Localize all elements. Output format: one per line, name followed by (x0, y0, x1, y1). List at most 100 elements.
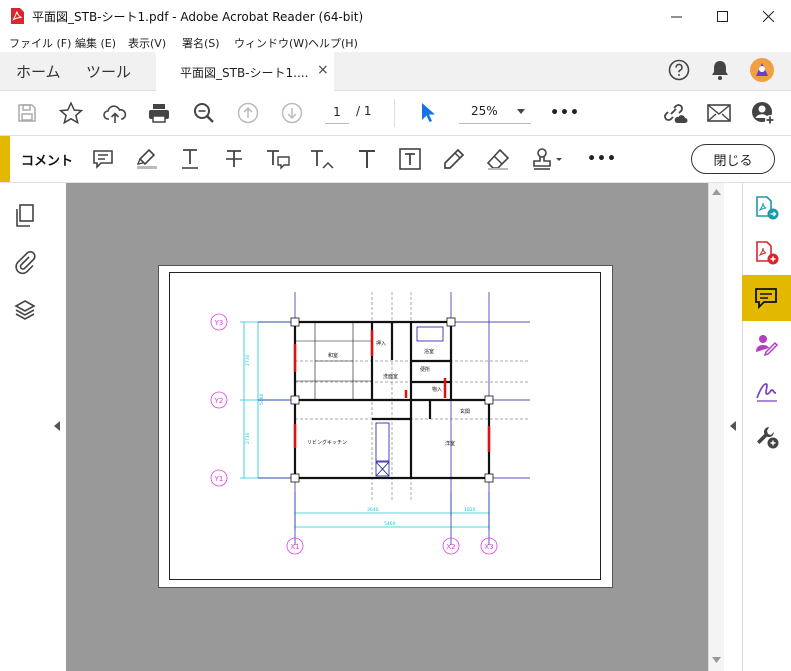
arrow-up-circle-icon (237, 102, 259, 124)
mail-icon (707, 104, 731, 122)
underline-text-button[interactable] (173, 136, 207, 182)
signature-icon[interactable] (754, 378, 780, 404)
email-button[interactable] (704, 91, 734, 135)
attachment-icon[interactable] (14, 250, 36, 276)
zoom-search-button[interactable] (189, 91, 219, 135)
close-comment-button[interactable]: 閉じる (691, 144, 775, 174)
chevron-left-icon (54, 421, 60, 431)
close-tab-button[interactable]: × (317, 62, 329, 78)
menu-bar: ファイル (F) 編集 (E) 表示(V) 署名(S) ウィンドウ(W) ヘルプ… (0, 32, 791, 52)
document-tab-label: 平面図_STB-シート1.... (180, 66, 309, 80)
page-number-input[interactable]: 1 (325, 101, 349, 124)
title-bar: 平面図_STB-シート1.pdf - Adobe Acrobat Reader … (0, 0, 791, 32)
chevron-down-icon (517, 109, 525, 114)
print-button[interactable] (144, 91, 174, 135)
acrobat-app-icon (11, 8, 24, 24)
more-comment-tools-button[interactable]: ••• (585, 136, 619, 182)
draw-pencil-button[interactable] (437, 136, 471, 182)
dim-horizontal-sub-right: 1820 (464, 507, 476, 513)
pencil-icon (444, 148, 465, 169)
save-button[interactable] (12, 91, 42, 135)
text-underline-icon (182, 149, 198, 169)
stamp-icon (533, 148, 562, 170)
stamp-button[interactable] (528, 136, 568, 182)
highlight-button[interactable] (130, 136, 164, 182)
save-icon (18, 104, 36, 122)
grid-label-x1: X1 (290, 543, 299, 551)
room-label-wash: 洗面室 (383, 373, 398, 380)
grid-label-x2: X2 (446, 543, 455, 551)
tab-document[interactable]: 平面図_STB-シート1.... × (156, 52, 334, 91)
minimize-icon (670, 16, 682, 17)
close-window-button[interactable] (745, 0, 791, 32)
scroll-down-arrow-icon[interactable] (712, 657, 721, 663)
menu-sign[interactable]: 署名(S) (182, 35, 220, 51)
share-link-button[interactable] (660, 91, 690, 135)
add-user-icon (752, 102, 775, 125)
comment-panel-icon[interactable] (754, 286, 778, 310)
select-tool-button[interactable] (414, 91, 442, 135)
page-thumbnails-icon[interactable] (14, 204, 36, 228)
tab-home[interactable]: ホーム (16, 61, 61, 82)
left-panel-collapse[interactable] (48, 183, 67, 671)
dim-horizontal-total: 5460 (384, 521, 396, 527)
dim-horizontal-sub-left: 3640 (367, 507, 379, 513)
strikethrough-button[interactable] (217, 136, 251, 182)
right-panel-collapse[interactable] (724, 183, 742, 671)
dim-vertical-upper: 2730 (245, 354, 251, 366)
add-user-button[interactable] (748, 91, 778, 135)
sticky-note-button[interactable] (86, 136, 120, 182)
bell-icon[interactable] (710, 59, 730, 81)
fill-sign-icon[interactable] (754, 332, 780, 358)
room-label-japanese: 和室 (328, 352, 338, 359)
menu-window[interactable]: ウィンドウ(W) (234, 35, 308, 51)
close-icon (762, 10, 774, 22)
zoom-select[interactable]: 25% (459, 101, 531, 124)
help-icon[interactable] (668, 59, 690, 81)
export-pdf-icon[interactable] (754, 195, 780, 221)
page-total: / 1 (356, 104, 372, 118)
replace-text-button[interactable] (261, 136, 295, 182)
layers-icon[interactable] (13, 298, 37, 322)
room-label-living: リビングキッチン (307, 439, 347, 446)
create-pdf-icon[interactable] (754, 240, 780, 266)
maximize-button[interactable] (699, 0, 745, 32)
window-title: 平面図_STB-シート1.pdf - Adobe Acrobat Reader … (32, 10, 364, 24)
bookmark-star-button[interactable] (56, 91, 86, 135)
next-page-button[interactable] (277, 91, 307, 135)
eraser-button[interactable] (481, 136, 515, 182)
room-label-wc: 便所 (420, 366, 430, 373)
highlighter-icon (136, 148, 157, 169)
strikethrough-icon (226, 150, 242, 167)
tab-row: ホーム ツール (0, 52, 791, 91)
tab-tools[interactable]: ツール (86, 61, 131, 82)
menu-help[interactable]: ヘルプ(H) (308, 35, 358, 51)
chevron-left-icon (730, 421, 736, 431)
more-tools-button[interactable]: ••• (550, 91, 580, 135)
text-insert-icon (311, 150, 334, 169)
upload-button[interactable] (100, 91, 130, 135)
dim-vertical-total: 5460 (259, 393, 265, 405)
grid-label-x3: X3 (484, 543, 493, 551)
menu-view[interactable]: 表示(V) (128, 35, 166, 51)
insert-text-button[interactable] (305, 136, 339, 182)
scroll-up-arrow-icon[interactable] (712, 189, 721, 195)
previous-page-button[interactable] (233, 91, 263, 135)
vertical-scrollbar[interactable] (708, 183, 725, 671)
zoom-search-icon (194, 103, 214, 123)
cloud-upload-icon (103, 105, 127, 123)
menu-file[interactable]: ファイル (F) (9, 35, 71, 51)
dim-vertical-lower: 2730 (245, 432, 251, 444)
add-text-button[interactable] (350, 136, 384, 182)
text-box-button[interactable] (393, 136, 427, 182)
sticky-note-icon (93, 150, 113, 169)
comment-accent-bar (0, 136, 10, 182)
floor-plan-drawing: 3640 1820 5460 2730 2730 5460 和室 浴室 洗面室 … (210, 292, 530, 555)
more-tools-wrench-icon[interactable] (754, 424, 780, 450)
avatar[interactable] (750, 58, 774, 82)
room-label-entrance: 玄関 (460, 408, 470, 415)
main-toolbar: ••• (0, 91, 791, 136)
menu-edit[interactable]: 編集 (E) (75, 35, 116, 51)
link-cloud-icon (664, 104, 688, 123)
minimize-button[interactable] (653, 0, 699, 32)
